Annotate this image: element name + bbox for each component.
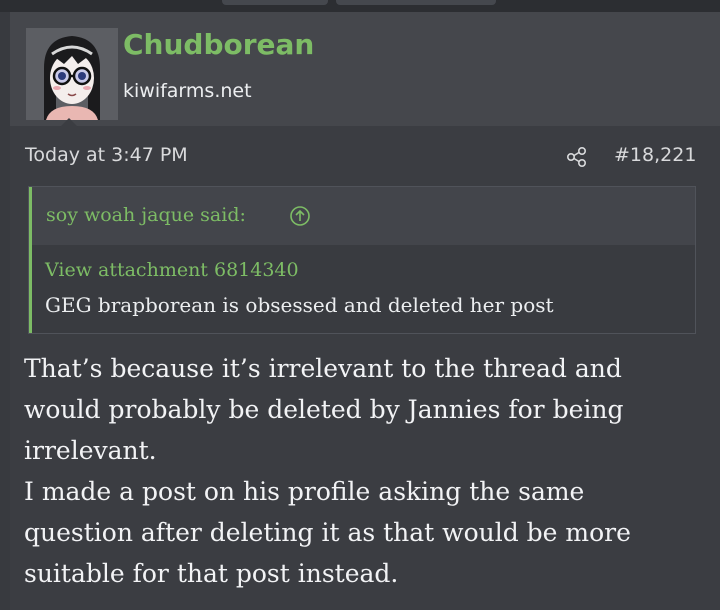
- post-body-line: I made a post on his profile asking the …: [24, 477, 585, 506]
- quote-block: soy woah jaque said: View attachment 681…: [28, 186, 696, 334]
- post-body-line: irrelevant.: [24, 436, 157, 465]
- quote-text: GEG brapborean is obsessed and deleted h…: [45, 293, 554, 317]
- forum-post: Chudborean kiwifarms.net Today at 3:47 P…: [10, 12, 720, 610]
- post-body: That’s because it’s irrelevant to the th…: [24, 348, 704, 594]
- post-body-line: would probably be deleted by Jannies for…: [24, 395, 624, 424]
- quote-header: soy woah jaque said:: [32, 187, 695, 245]
- avatar[interactable]: [26, 28, 118, 120]
- quote-author[interactable]: soy woah jaque said:: [46, 204, 246, 226]
- user-title: kiwifarms.net: [123, 80, 252, 102]
- post-body-line: That’s because it’s irrelevant to the th…: [24, 354, 622, 383]
- share-icon[interactable]: [566, 146, 588, 168]
- post-body-line: suitable for that post instead.: [24, 559, 399, 588]
- arrow-up-circle-icon[interactable]: [289, 205, 311, 227]
- top-bar: [0, 0, 720, 12]
- top-tab-right[interactable]: [336, 0, 496, 5]
- header-caret: [60, 118, 78, 127]
- post-header: Chudborean kiwifarms.net: [10, 12, 720, 127]
- post-body-line: question after deleting it as that would…: [24, 518, 631, 547]
- top-tab-left[interactable]: [222, 0, 328, 5]
- avatar-image: [26, 28, 118, 120]
- post-meta: Today at 3:47 PM #18,221: [10, 142, 720, 172]
- post-timestamp[interactable]: Today at 3:47 PM: [25, 144, 188, 166]
- attachment-link[interactable]: View attachment 6814340: [45, 259, 299, 281]
- username[interactable]: Chudborean: [123, 28, 314, 61]
- post-number[interactable]: #18,221: [614, 144, 696, 166]
